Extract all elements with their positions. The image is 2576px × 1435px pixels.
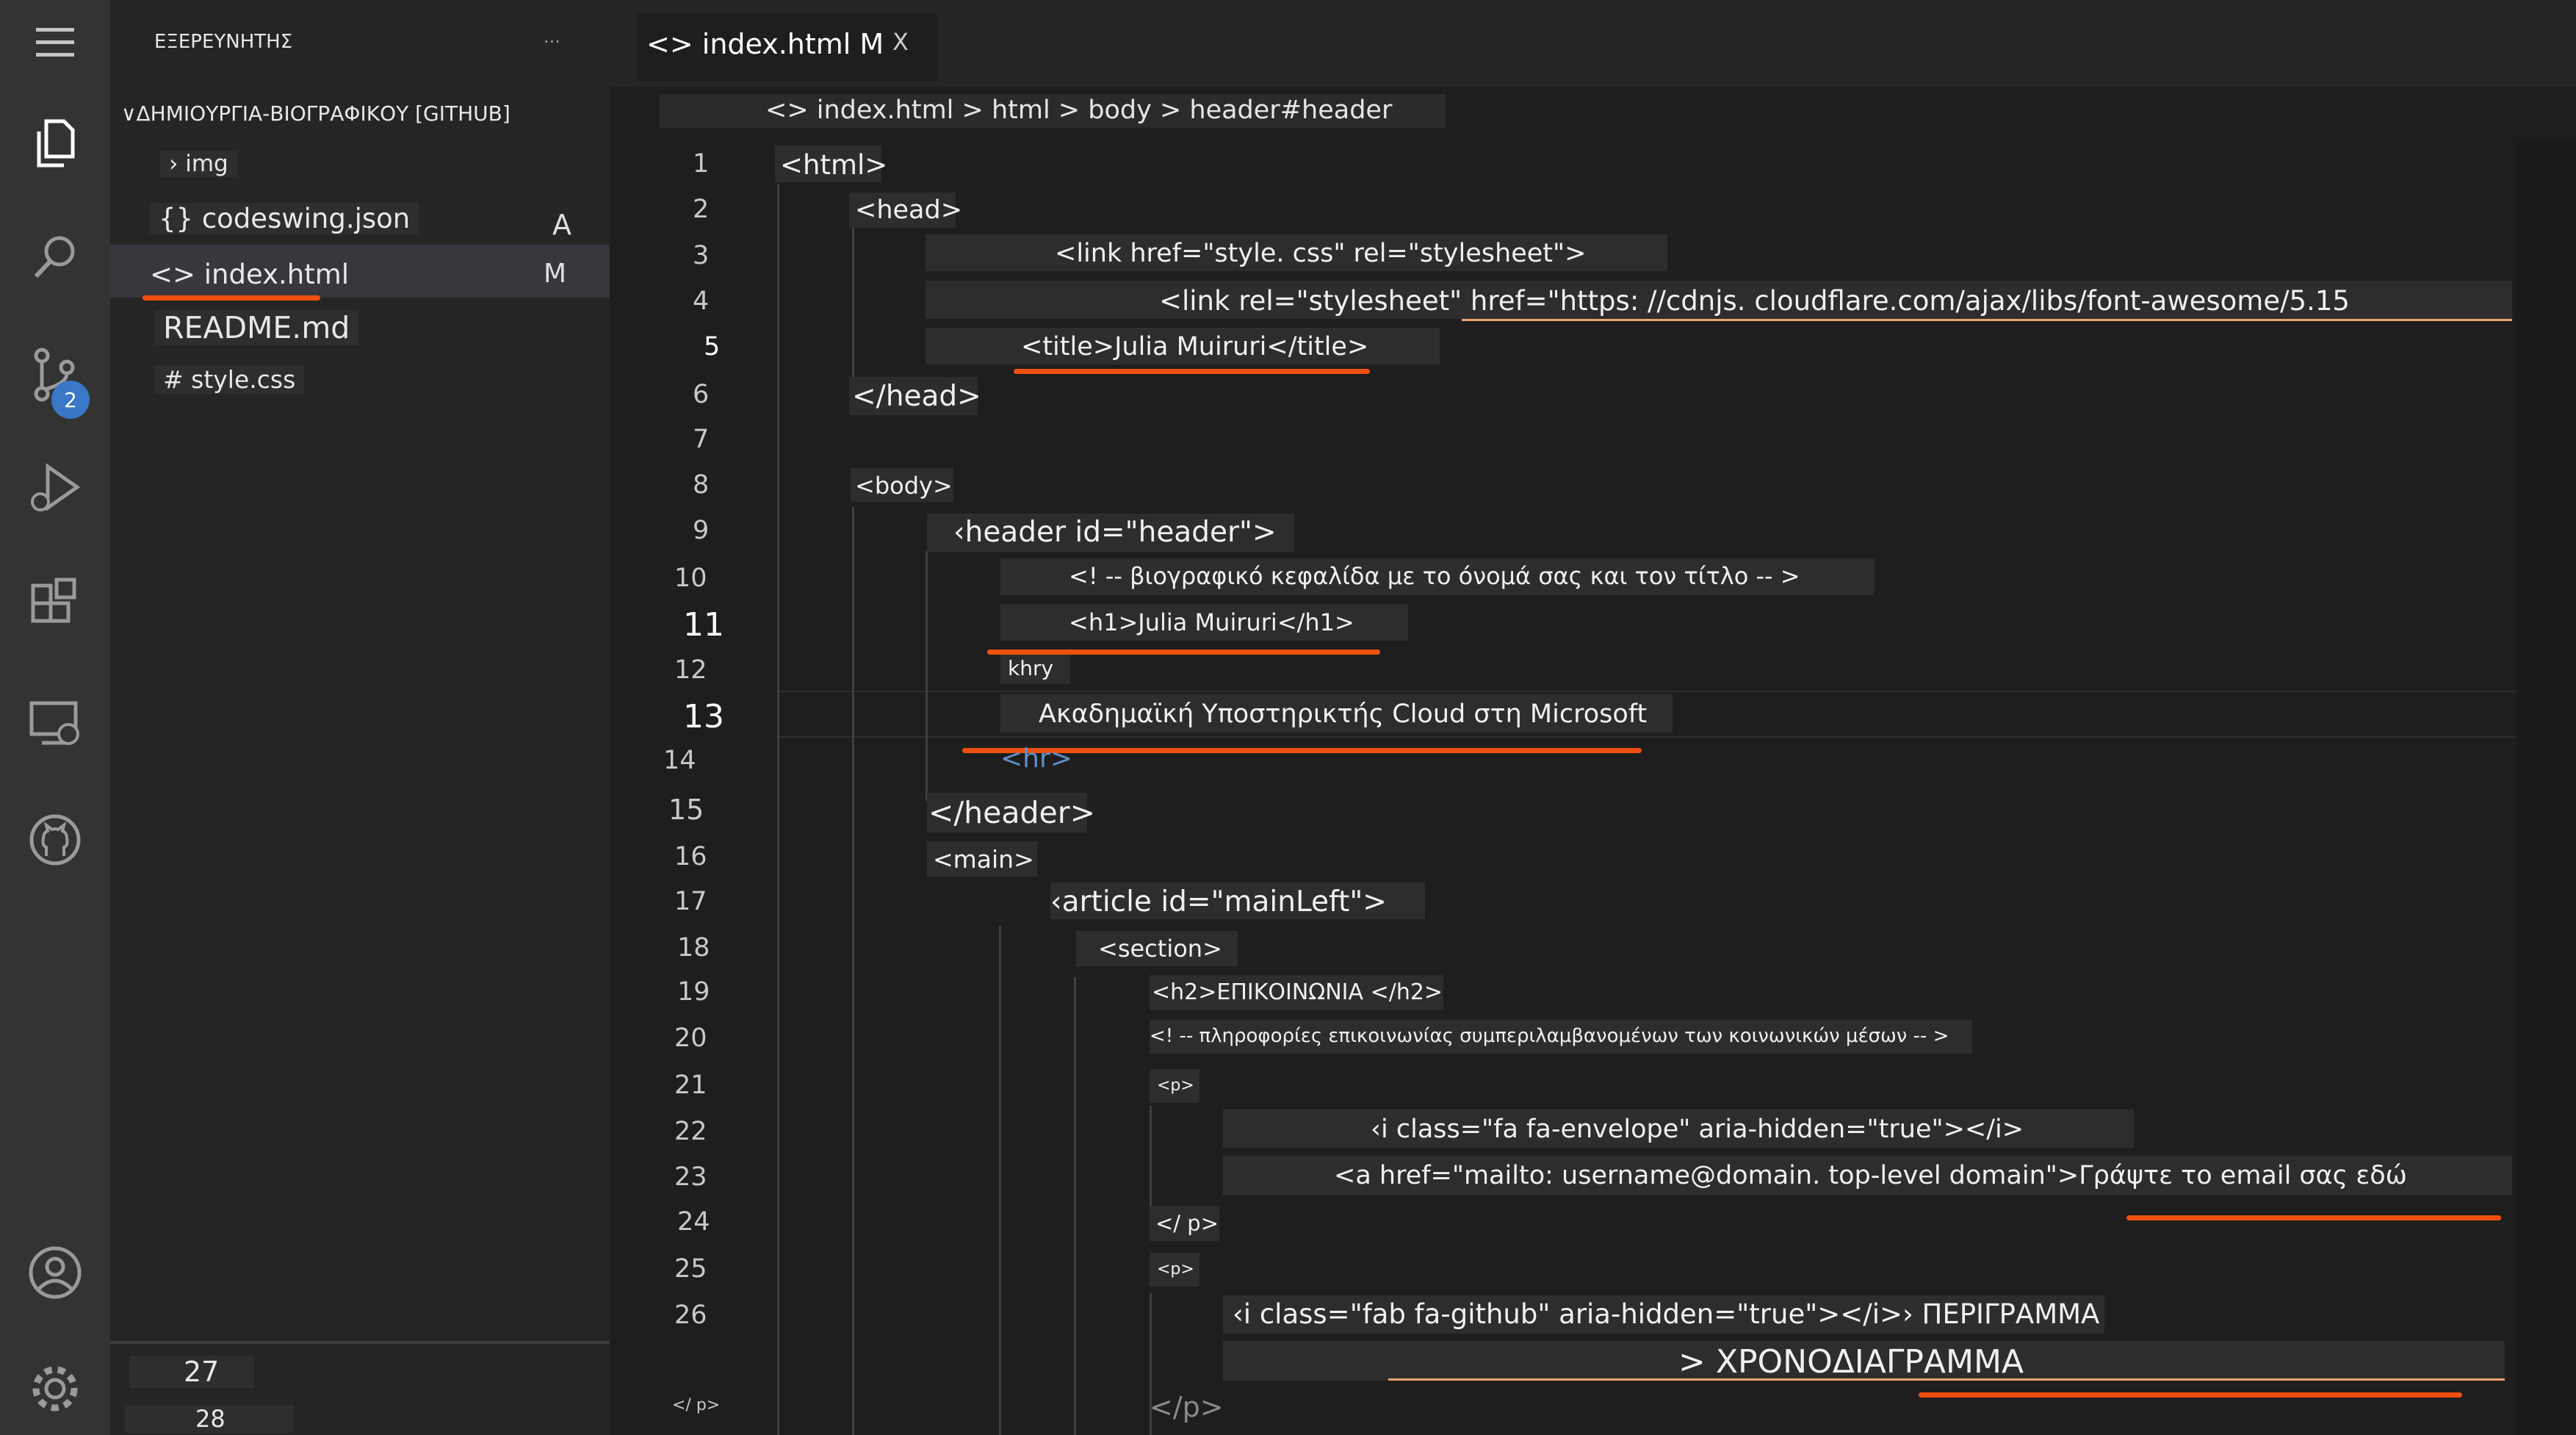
line-number: 20 [674,1024,707,1053]
line-number: 15 [668,794,704,826]
line-number: 16 [674,842,707,871]
line-number: 8 [693,470,710,500]
line-number: 18 [677,933,710,963]
line-number: 9 [693,516,710,545]
indent-guide [852,507,854,1435]
code-line-3[interactable]: <link href="style. css" rel="stylesheet"… [1055,239,1586,268]
outline-number-28: 28 [125,1405,294,1433]
code-line-27[interactable]: > ΧΡΟΝΟΔΙΑΓΡΑΜΜΑ [1678,1343,2024,1381]
highlight-underline [142,295,320,301]
line-number: 26 [674,1301,707,1330]
remote-explorer-icon[interactable] [18,687,92,760]
breadcrumb[interactable]: <> index.html > html > body > header#hea… [765,96,1392,125]
code-line-19[interactable]: <h2>ΕΠΙΚΟΙΝΩΝΙΑ </h2> [1152,979,1443,1005]
code-line-2[interactable]: <head> [855,195,962,225]
line-number: 19 [677,977,710,1007]
highlight-thin-line [1462,319,2512,321]
gear-icon[interactable] [18,1352,92,1425]
explorer-item-readme[interactable]: README.md [154,310,359,345]
indent-guide [1074,977,1076,1435]
explorer-item-index-html[interactable]: <> index.html [150,259,349,290]
line-number: 7 [693,425,710,454]
git-status-modified: M [544,259,567,289]
code-line-23[interactable]: <a href="mailto: username@domain. top-le… [1334,1161,2407,1190]
highlight-underline [987,650,1380,655]
indent-guide [999,926,1001,1435]
line-number: 5 [704,332,721,362]
scm-badge: 2 [51,381,90,419]
line-number: 1 [693,149,710,179]
code-line-1[interactable]: <html> [780,149,887,181]
line-number: 25 [674,1254,707,1284]
explorer-item-codeswing-json[interactable]: {} codeswing.json [150,203,419,234]
outline-number-27: 27 [129,1356,254,1388]
line-number: 14 [663,746,696,775]
line-number: 6 [693,380,710,409]
indent-guide [926,551,928,801]
git-status-added: A [552,209,571,241]
menu-icon[interactable] [18,6,92,79]
code-line-25[interactable]: <p> [1157,1260,1194,1278]
line-number: 13 [683,698,724,736]
code-line-5[interactable]: <title>Julia Muiruri</title> [1021,332,1368,362]
line-number: 17 [674,887,707,916]
close-icon[interactable]: X [892,28,909,56]
code-line-15[interactable]: </header> [928,795,1095,830]
line-number: 21 [674,1071,707,1100]
highlight-underline [1014,369,1370,374]
line-number: 4 [693,287,710,316]
code-line-8[interactable]: <body> [855,472,953,500]
tab-label: <> index.html M [646,28,884,60]
line-number: 3 [693,241,710,270]
explorer-item-img[interactable]: › img [160,151,237,177]
code-line-24[interactable]: </ p> [1155,1211,1219,1236]
files-icon[interactable] [18,107,92,180]
folder-title[interactable]: ∨ΔΗΜΙΟΥΡΓΙΑ-ΒΙΟΓΡΑΦΙΚΟΥ [GITHUB] [121,101,510,126]
chevron-down-icon: ∨ [121,101,137,126]
panel-divider [110,1341,610,1344]
github-icon[interactable] [18,803,92,877]
code-line-6[interactable]: </head> [852,380,981,413]
activity-bar: 2 [0,0,110,1435]
code-line-26[interactable]: ‹i class="fab fa-github" aria-hidden="tr… [1233,1298,2099,1330]
line-number: 11 [683,606,724,644]
code-line-12[interactable]: khry [1008,656,1053,680]
line-number: 22 [674,1117,707,1146]
code-line-4[interactable]: <link rel="stylesheet" href="https: //cd… [1159,285,2350,317]
code-line-20[interactable]: <! -- πληροφορίες επικοινωνίας συμπεριλα… [1150,1025,1949,1047]
highlight-underline [1919,1392,2462,1398]
bottom-left-tag: </ p> [672,1396,721,1414]
explorer-title: ΕΞΕΡΕΥΝΗΤΗΣ [154,31,293,53]
extensions-icon[interactable] [18,569,92,643]
code-line-11[interactable]: <h1>Julia Muiruri</h1> [1069,608,1354,636]
minimap[interactable] [2516,140,2576,1435]
indent-guide [777,184,779,1435]
code-line-9[interactable]: ‹header id="header"> [953,516,1277,549]
code-line-13[interactable]: Ακαδημαϊκή Υποστηρικτής Cloud στη Micros… [1039,699,1647,729]
line-number: 23 [674,1162,707,1192]
search-icon[interactable] [18,220,92,294]
code-line-28[interactable]: </p> [1150,1391,1224,1423]
line-number: 24 [677,1207,710,1237]
account-icon[interactable] [18,1236,92,1309]
code-line-16[interactable]: <main> [933,845,1034,874]
line-number: 12 [674,655,707,685]
line-number: 2 [693,195,710,224]
code-line-22[interactable]: ‹i class="fa fa-envelope" aria-hidden="t… [1371,1115,2024,1144]
code-line-18[interactable]: <section> [1098,935,1222,963]
code-line-21[interactable]: <p> [1157,1076,1194,1095]
run-debug-icon[interactable] [18,452,92,525]
code-line-10[interactable]: <! -- βιογραφικό κεφαλίδα με το όνομά σα… [1069,562,1800,590]
code-line-14[interactable]: <hr> [1000,744,1072,774]
explorer-item-style-css[interactable]: # style.css [154,365,305,394]
more-actions-icon[interactable]: ... [544,26,560,47]
indent-guide [852,228,854,382]
line-number: 10 [674,564,707,593]
highlight-underline [2126,1215,2501,1220]
code-line-17[interactable]: ‹article id="mainLeft"> [1050,885,1387,918]
